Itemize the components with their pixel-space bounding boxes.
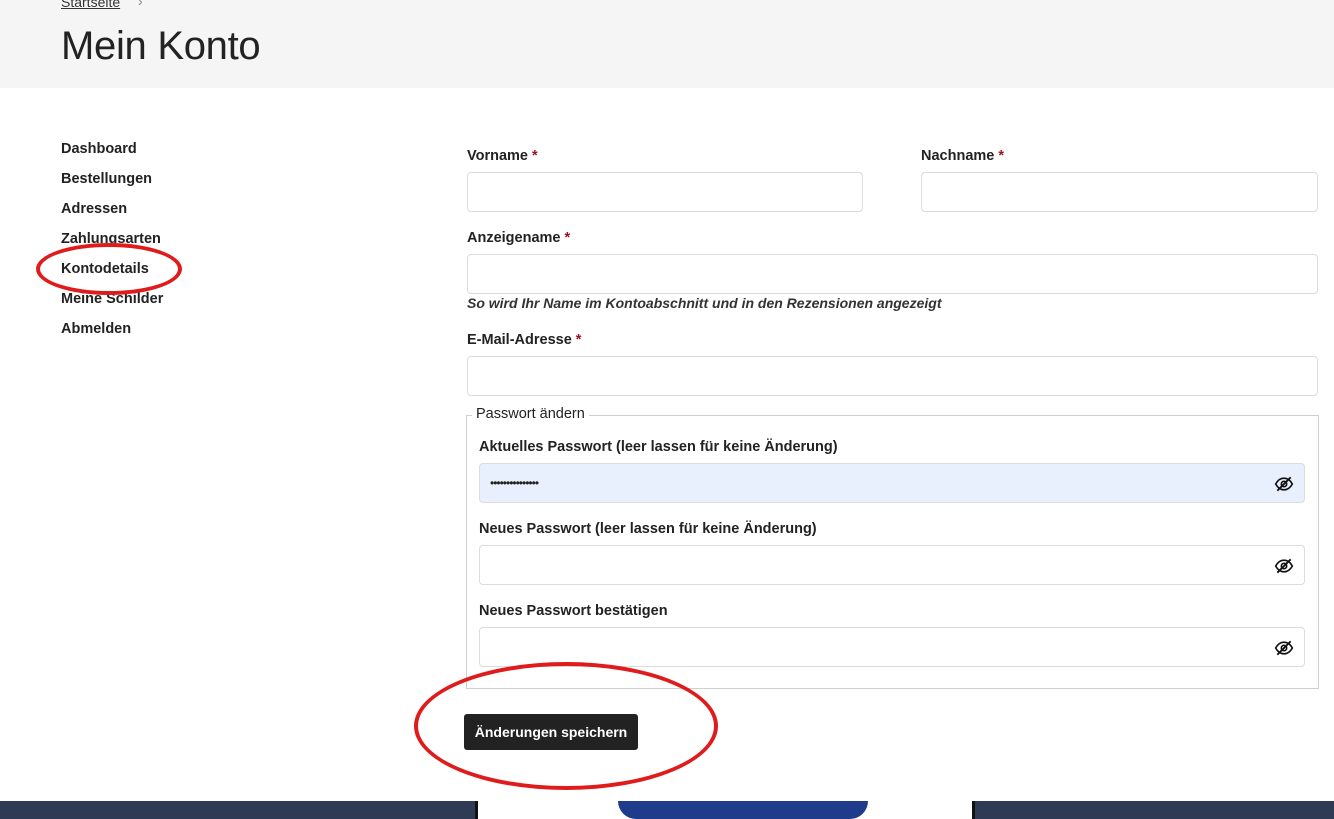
new-password-input[interactable] — [479, 545, 1305, 585]
current-password-input[interactable]: ••••••••••••••• — [479, 463, 1305, 503]
footer-banner — [0, 801, 1334, 819]
annotation-circle-save-button — [414, 662, 718, 790]
last-name-label: Nachname * — [921, 148, 1005, 164]
eye-slash-icon[interactable] — [1274, 556, 1294, 576]
current-password-label: Aktuelles Passwort (leer lassen für kein… — [479, 439, 838, 455]
email-label: E-Mail-Adresse * — [467, 332, 582, 348]
eye-slash-icon[interactable] — [1274, 474, 1294, 494]
confirm-password-label: Neues Passwort bestätigen — [479, 603, 668, 619]
nav-item-adressen[interactable]: Adressen — [61, 200, 163, 230]
nav-item-abmelden[interactable]: Abmelden — [61, 320, 163, 350]
nav-item-bestellungen[interactable]: Bestellungen — [61, 170, 163, 200]
nav-item-dashboard[interactable]: Dashboard — [61, 140, 163, 170]
eye-slash-icon[interactable] — [1274, 638, 1294, 658]
current-password-value: ••••••••••••••• — [490, 476, 539, 490]
password-legend: Passwort ändern — [472, 406, 589, 422]
page-title: Mein Konto — [61, 24, 261, 68]
footer-image — [475, 801, 975, 819]
first-name-input[interactable] — [467, 172, 863, 212]
last-name-input[interactable] — [921, 172, 1318, 212]
page-header: Startseite › Mein Konto — [0, 0, 1334, 88]
breadcrumb-separator: › — [138, 0, 143, 9]
breadcrumb-home-link[interactable]: Startseite — [61, 0, 120, 10]
first-name-label: Vorname * — [467, 148, 538, 164]
confirm-password-input[interactable] — [479, 627, 1305, 667]
new-password-label: Neues Passwort (leer lassen für keine Än… — [479, 521, 817, 537]
display-name-input[interactable] — [467, 254, 1318, 294]
display-name-hint: So wird Ihr Name im Kontoabschnitt und i… — [467, 295, 942, 311]
display-name-label: Anzeigename * — [467, 230, 571, 246]
annotation-circle-kontodetails — [36, 243, 182, 295]
email-input[interactable] — [467, 356, 1318, 396]
